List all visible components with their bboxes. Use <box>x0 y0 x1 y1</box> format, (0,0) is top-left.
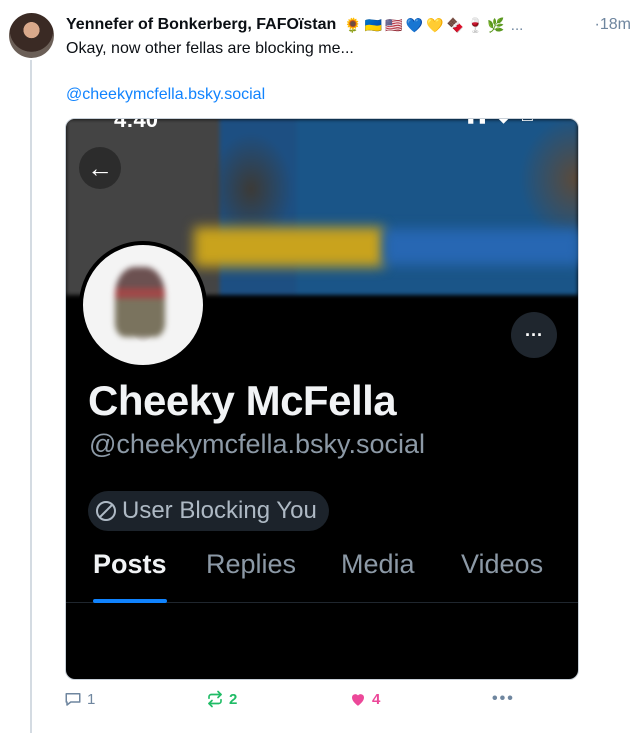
ellipsis-icon: ··· <box>511 312 557 358</box>
emoji-wine: 🍷 <box>466 16 485 33</box>
repost-icon <box>208 690 222 708</box>
profile-picture-figure <box>115 267 165 337</box>
tab-media: Media <box>341 549 415 579</box>
signal-wifi-battery-icon: ▮▮ ◆ ▭ <box>467 119 538 126</box>
reply-count: 1 <box>87 690 96 708</box>
phone-status-bar: 4:40 ▮▮ ◆ ▭ <box>66 118 578 132</box>
time-value: 18m <box>599 16 631 33</box>
repost-button[interactable]: 2 <box>206 690 237 708</box>
more-options-icon[interactable]: ••• <box>492 690 515 708</box>
post-actions: 1 2 4 ••• <box>64 690 524 714</box>
profile-picture <box>79 241 207 369</box>
profile-tabs: Posts Replies Media Videos <box>66 549 578 603</box>
blocked-badge-label: User Blocking You <box>122 497 317 524</box>
emoji-sunflower: 🌻 <box>344 16 362 33</box>
tab-replies: Replies <box>206 549 297 579</box>
emoji-flag-usa: 🇺🇸 <box>385 16 403 33</box>
author-avatar[interactable] <box>9 13 54 58</box>
reply-button[interactable]: 1 <box>64 690 95 708</box>
status-clock: 4:40 <box>114 118 159 132</box>
mention-link[interactable]: @cheekymcfella.bsky.social <box>66 86 265 104</box>
post-header: Yennefer of Bonkerberg, FAFOïstan 🌻 🇺🇦 🇺… <box>66 13 631 37</box>
block-icon <box>96 501 116 521</box>
post-text: Okay, now other fellas are blocking me..… <box>66 40 354 57</box>
active-tab-indicator <box>93 599 167 603</box>
author-name[interactable]: Yennefer of Bonkerberg, FAFOïstan <box>66 16 336 34</box>
reply-icon <box>65 693 81 706</box>
emoji-herb: 🌿 <box>487 16 505 33</box>
emoji-flag-ukraine: 🇺🇦 <box>364 16 383 33</box>
thread-line <box>30 60 32 733</box>
emoji-yellow-heart: 💛 <box>426 16 444 33</box>
emoji-blue-heart: 💙 <box>405 16 424 33</box>
emoji-chocolate: 🍫 <box>446 16 464 33</box>
embedded-screenshot[interactable]: 4:40 ▮▮ ◆ ▭ ← ··· Cheeky McFella @cheeky… <box>65 118 579 680</box>
name-truncation: ... <box>510 16 524 34</box>
author-emoji-list: 🌻 🇺🇦 🇺🇸 💙 💛 🍫 🍷 🌿 <box>344 17 505 34</box>
blocked-badge: User Blocking You <box>88 491 329 531</box>
profile-handle: @cheekymcfella.bsky.social <box>89 429 426 459</box>
tab-posts: Posts <box>93 549 167 579</box>
post-timestamp[interactable]: ·18m <box>595 16 631 34</box>
like-count: 4 <box>372 690 381 708</box>
repost-count: 2 <box>229 690 238 708</box>
heart-icon <box>352 694 364 706</box>
like-button[interactable]: 4 <box>349 690 380 708</box>
tab-videos: Videos <box>461 549 544 579</box>
banner-yellow-strip <box>194 227 384 267</box>
banner-blue-strip <box>384 229 578 265</box>
arrow-left-icon: ← <box>79 147 121 189</box>
profile-display-name: Cheeky McFella <box>88 377 397 424</box>
